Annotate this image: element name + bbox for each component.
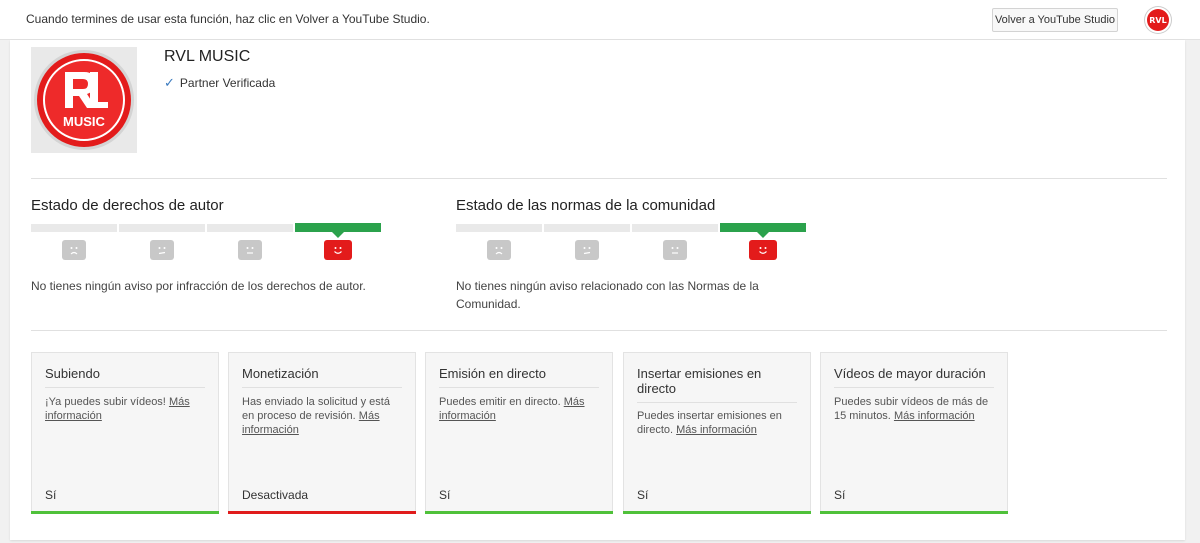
copyright-status-text: No tienes ningún aviso por infracción de…	[31, 279, 366, 293]
channel-logo: MUSIC	[31, 47, 137, 153]
meter-segment-active	[720, 223, 806, 232]
check-icon: ✓	[164, 75, 175, 90]
feature-title: Insertar emisiones en directo	[637, 366, 797, 403]
meter-pointer	[332, 232, 344, 238]
feature-description: Puedes subir vídeos de más de 15 minutos…	[834, 396, 989, 422]
feature-status: Sí	[45, 488, 57, 502]
notice-bar: Cuando termines de usar esta función, ha…	[0, 0, 1200, 40]
community-status-title: Estado de las normas de la comunidad	[456, 197, 716, 214]
meter-segment	[456, 224, 542, 232]
happy-face-icon	[749, 240, 777, 260]
notice-message: Cuando termines de usar esta función, ha…	[26, 12, 430, 26]
feature-card-embed-live: Insertar emisiones en directo Puedes ins…	[623, 352, 811, 514]
feature-title: Monetización	[242, 366, 402, 388]
neutral-face-icon	[663, 240, 687, 260]
more-info-link[interactable]: Más información	[894, 410, 975, 422]
feature-status: Desactivada	[242, 488, 309, 502]
meter-segment	[632, 224, 718, 232]
feature-status-bar	[425, 511, 613, 514]
feature-description: Puedes insertar emisiones en directo. Má…	[637, 410, 782, 436]
channel-name: RVL MUSIC	[164, 48, 251, 65]
partner-badge: ✓ Partner Verificada	[164, 75, 275, 91]
feature-status: Sí	[834, 488, 846, 502]
feature-status: Sí	[439, 488, 451, 502]
feature-card-monetization: Monetización Has enviado la solicitud y …	[228, 352, 416, 514]
more-info-link[interactable]: Más información	[676, 424, 757, 436]
back-to-studio-button[interactable]: Volver a YouTube Studio	[992, 8, 1118, 32]
community-status-text: No tienes ningún aviso relacionado con l…	[456, 279, 759, 311]
channel-logo-icon: RVL	[1149, 15, 1167, 25]
meter-segment	[119, 224, 205, 232]
feature-card-longer-videos: Vídeos de mayor duración Puedes subir ví…	[820, 352, 1008, 514]
copyright-strike-meter	[31, 223, 383, 264]
channel-logo-icon: MUSIC	[34, 50, 134, 150]
feature-card-live-streaming: Emisión en directo Puedes emitir en dire…	[425, 352, 613, 514]
account-avatar[interactable]: RVL	[1147, 9, 1169, 31]
meter-segment	[31, 224, 117, 232]
sad-face-icon	[62, 240, 86, 260]
partner-label: Partner Verificada	[179, 76, 276, 90]
unhappy-face-icon	[575, 240, 599, 260]
sad-face-icon	[487, 240, 511, 260]
neutral-face-icon	[238, 240, 262, 260]
feature-description: ¡Ya puedes subir vídeos! Más información	[45, 396, 190, 422]
feature-status: Sí	[637, 488, 649, 502]
svg-text:MUSIC: MUSIC	[63, 114, 106, 129]
community-strike-meter	[456, 223, 808, 264]
channel-status-panel: MUSIC RVL MUSIC ✓ Partner Verificada Est…	[10, 40, 1185, 540]
divider	[31, 330, 1167, 331]
unhappy-face-icon	[150, 240, 174, 260]
copyright-status-title: Estado de derechos de autor	[31, 197, 224, 214]
feature-status-bar	[228, 511, 416, 514]
meter-segment-active	[295, 223, 381, 232]
meter-segment	[207, 224, 293, 232]
feature-title: Vídeos de mayor duración	[834, 366, 994, 388]
feature-status-bar	[623, 511, 811, 514]
feature-title: Emisión en directo	[439, 366, 599, 388]
divider	[31, 178, 1167, 179]
meter-segment	[544, 224, 630, 232]
feature-status-bar	[820, 511, 1008, 514]
feature-status-bar	[31, 511, 219, 514]
feature-description: Puedes emitir en directo. Más informació…	[439, 396, 585, 422]
happy-face-icon	[324, 240, 352, 260]
meter-pointer	[757, 232, 769, 238]
feature-title: Subiendo	[45, 366, 205, 388]
feature-card-uploading: Subiendo ¡Ya puedes subir vídeos! Más in…	[31, 352, 219, 514]
feature-description: Has enviado la solicitud y está en proce…	[242, 396, 390, 436]
